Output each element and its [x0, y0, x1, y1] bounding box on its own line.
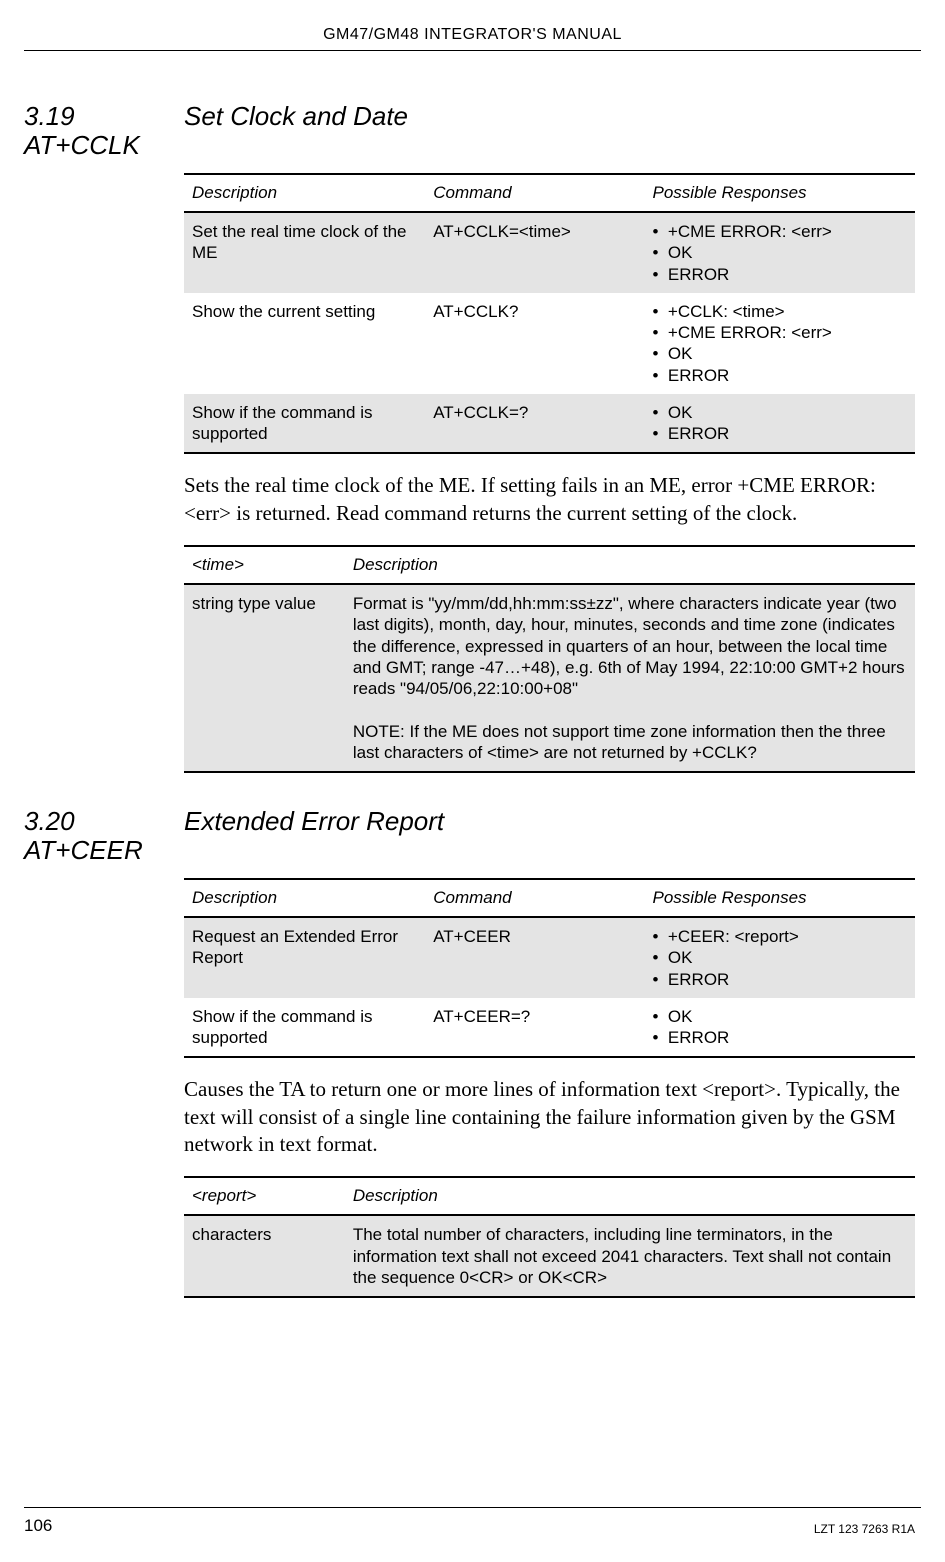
document-id: LZT 123 7263 R1A — [814, 1522, 915, 1536]
section-paragraph: Sets the real time clock of the ME. If s… — [184, 472, 915, 527]
table-row: Show if the command is supported AT+CEER… — [184, 998, 915, 1058]
cell-description: Show if the command is supported — [184, 998, 425, 1058]
response-item: OK — [653, 947, 907, 968]
cell-command: AT+CEER=? — [425, 998, 644, 1058]
cell-command: AT+CCLK? — [425, 293, 644, 394]
table-header-row: <report> Description — [184, 1177, 915, 1215]
section-number: 3.19 AT+CCLK — [24, 102, 184, 159]
section-title: Extended Error Report — [184, 807, 444, 836]
response-item: ERROR — [653, 1027, 907, 1048]
cell-description: Show the current setting — [184, 293, 425, 394]
response-item: OK — [653, 1006, 907, 1027]
col-command: Command — [425, 174, 644, 212]
col-param: <time> — [184, 546, 345, 584]
cell-responses: +CCLK: <time> +CME ERROR: <err> OK ERROR — [645, 293, 915, 394]
section-heading-3-19: 3.19 AT+CCLK Set Clock and Date — [24, 102, 915, 159]
response-item: OK — [653, 242, 907, 263]
table-row: characters The total number of character… — [184, 1215, 915, 1297]
col-description: Description — [184, 879, 425, 917]
content-area: 3.19 AT+CCLK Set Clock and Date Descript… — [24, 102, 915, 1298]
section-body-3-19: Description Command Possible Responses S… — [184, 173, 915, 773]
command-table-ceer: Description Command Possible Responses R… — [184, 878, 915, 1058]
cell-description: Request an Extended Error Report — [184, 917, 425, 998]
response-item: ERROR — [653, 365, 907, 386]
section-number: 3.20 AT+CEER — [24, 807, 184, 864]
table-row: Show if the command is supported AT+CCLK… — [184, 394, 915, 454]
cell-command: AT+CCLK=? — [425, 394, 644, 454]
response-item: +CME ERROR: <err> — [653, 221, 907, 242]
cell-responses: OK ERROR — [645, 394, 915, 454]
cell-param: characters — [184, 1215, 345, 1297]
table-header-row: Description Command Possible Responses — [184, 174, 915, 212]
header-rule — [24, 50, 921, 51]
param-desc-note: NOTE: If the ME does not support time zo… — [353, 722, 886, 762]
response-item: OK — [653, 343, 907, 364]
col-responses: Possible Responses — [645, 174, 915, 212]
section-paragraph: Causes the TA to return one or more line… — [184, 1076, 915, 1158]
param-desc-main: Format is "yy/mm/dd,hh:mm:ss±zz", where … — [353, 594, 905, 698]
command-table-cclk: Description Command Possible Responses S… — [184, 173, 915, 454]
response-item: ERROR — [653, 969, 907, 990]
cell-command: AT+CEER — [425, 917, 644, 998]
param-table-time: <time> Description string type value For… — [184, 545, 915, 773]
col-description: Description — [184, 174, 425, 212]
cell-description: Format is "yy/mm/dd,hh:mm:ss±zz", where … — [345, 584, 915, 772]
section-spacer — [24, 773, 915, 807]
response-item: +CME ERROR: <err> — [653, 322, 907, 343]
response-item: +CEER: <report> — [653, 926, 907, 947]
table-header-row: <time> Description — [184, 546, 915, 584]
cell-responses: +CEER: <report> OK ERROR — [645, 917, 915, 998]
page: GM47/GM48 INTEGRATOR'S MANUAL 3.19 AT+CC… — [0, 0, 945, 1562]
section-heading-3-20: 3.20 AT+CEER Extended Error Report — [24, 807, 915, 864]
cell-responses: +CME ERROR: <err> OK ERROR — [645, 212, 915, 293]
col-responses: Possible Responses — [645, 879, 915, 917]
response-item: +CCLK: <time> — [653, 301, 907, 322]
table-row: Set the real time clock of the ME AT+CCL… — [184, 212, 915, 293]
running-header: GM47/GM48 INTEGRATOR'S MANUAL — [0, 26, 945, 44]
response-item: ERROR — [653, 423, 907, 444]
table-row: Show the current setting AT+CCLK? +CCLK:… — [184, 293, 915, 394]
footer-rule — [24, 1507, 921, 1508]
cell-description: Set the real time clock of the ME — [184, 212, 425, 293]
table-row: Request an Extended Error Report AT+CEER… — [184, 917, 915, 998]
table-row: string type value Format is "yy/mm/dd,hh… — [184, 584, 915, 772]
col-command: Command — [425, 879, 644, 917]
cell-description: The total number of characters, includin… — [345, 1215, 915, 1297]
col-description: Description — [345, 1177, 915, 1215]
col-description: Description — [345, 546, 915, 584]
response-item: ERROR — [653, 264, 907, 285]
section-title: Set Clock and Date — [184, 102, 408, 131]
cell-description: Show if the command is supported — [184, 394, 425, 454]
cell-responses: OK ERROR — [645, 998, 915, 1058]
section-body-3-20: Description Command Possible Responses R… — [184, 878, 915, 1298]
cell-command: AT+CCLK=<time> — [425, 212, 644, 293]
table-header-row: Description Command Possible Responses — [184, 879, 915, 917]
page-number: 106 — [24, 1516, 52, 1536]
col-param: <report> — [184, 1177, 345, 1215]
response-item: OK — [653, 402, 907, 423]
cell-param: string type value — [184, 584, 345, 772]
param-table-report: <report> Description characters The tota… — [184, 1176, 915, 1298]
